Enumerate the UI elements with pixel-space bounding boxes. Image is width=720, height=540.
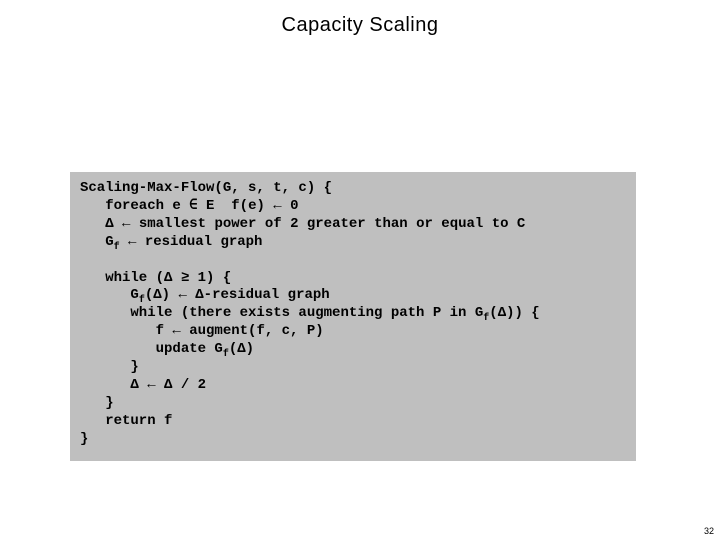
- code-listing: Scaling-Max-Flow(G, s, t, c) { foreach e…: [80, 180, 626, 449]
- slide: Capacity Scaling Scaling-Max-Flow(G, s, …: [0, 0, 720, 540]
- slide-title: Capacity Scaling: [0, 0, 720, 37]
- algorithm-code-block: Scaling-Max-Flow(G, s, t, c) { foreach e…: [70, 172, 636, 461]
- page-number: 32: [704, 526, 714, 536]
